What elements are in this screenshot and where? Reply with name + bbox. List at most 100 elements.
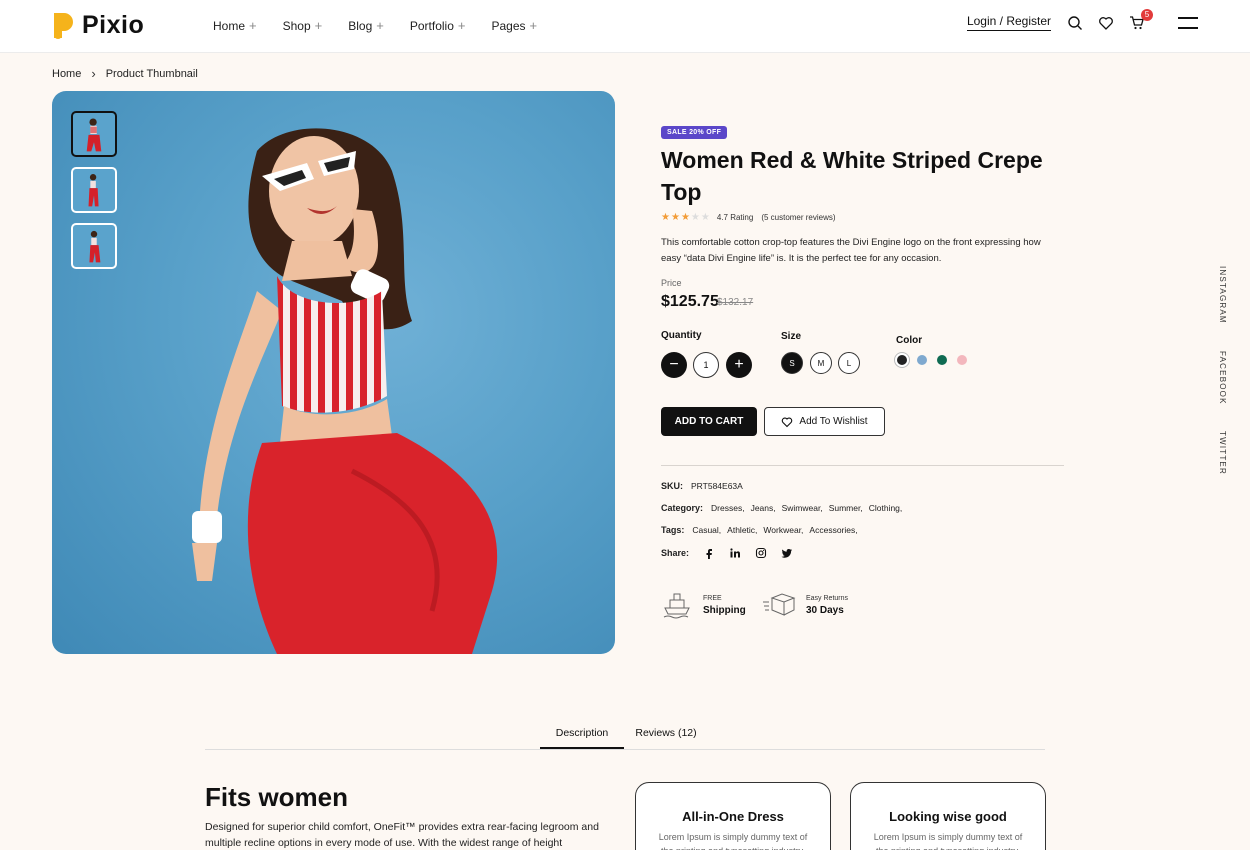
main-nav: Home + Shop + Blog + Portfolio + Pages + bbox=[213, 18, 537, 33]
star-filled-icon: ★ bbox=[661, 212, 670, 223]
thumbnail-image bbox=[89, 230, 101, 263]
card-text: Lorem Ipsum is simply dummy text of the … bbox=[658, 832, 808, 850]
add-to-wishlist-button[interactable]: Add To Wishlist bbox=[764, 407, 885, 436]
nav-item-pages[interactable]: Pages + bbox=[491, 18, 537, 33]
nav-item-home[interactable]: Home + bbox=[213, 18, 257, 33]
feature-small-text: Easy Returns bbox=[806, 594, 849, 602]
feature-text: Easy Returns 30 Days bbox=[806, 595, 848, 616]
tags-label: Tags: bbox=[661, 525, 685, 535]
heart-icon[interactable] bbox=[1098, 15, 1114, 31]
feature-easy-returns: Easy Returns 30 Days bbox=[762, 590, 848, 620]
price-current: $125.75 bbox=[661, 293, 719, 310]
tab-description[interactable]: Description bbox=[540, 727, 624, 749]
category-link[interactable]: Jeans, bbox=[751, 503, 776, 513]
star-rating-icon: ★ ★ ★ ★ ★ bbox=[661, 212, 710, 223]
size-option-s[interactable]: S bbox=[781, 352, 803, 374]
feature-big-text: Shipping bbox=[703, 604, 746, 616]
quantity-label: Quantity bbox=[661, 330, 702, 341]
social-link-facebook[interactable]: FACEBOOK bbox=[1218, 351, 1227, 405]
tab-reviews[interactable]: Reviews (12) bbox=[630, 727, 702, 739]
share-label: Share: bbox=[661, 548, 690, 558]
cart-button[interactable]: 5 bbox=[1129, 8, 1153, 31]
facebook-icon[interactable] bbox=[703, 547, 715, 559]
product-rating: ★ ★ ★ ★ ★ 4.7 Rating (5 customer reviews… bbox=[661, 212, 836, 223]
star-filled-icon: ★ bbox=[670, 212, 680, 223]
category-link[interactable]: Dresses, bbox=[711, 503, 745, 513]
feature-text: FREE Shipping bbox=[703, 595, 746, 616]
logo-mark-icon bbox=[54, 13, 73, 39]
add-to-cart-button[interactable]: ADD TO CART bbox=[661, 407, 757, 436]
category-row: Category: Dresses, Jeans, Swimwear, Summ… bbox=[661, 503, 902, 513]
color-swatch-black[interactable] bbox=[897, 355, 907, 365]
logo[interactable]: Pixio bbox=[52, 11, 144, 40]
tag-link[interactable]: Workwear, bbox=[763, 525, 803, 535]
category-link[interactable]: Swimwear, bbox=[782, 503, 823, 513]
price-label: Price bbox=[661, 278, 682, 288]
logo-text: Pixio bbox=[82, 11, 145, 39]
product-thumbnail[interactable] bbox=[71, 223, 117, 269]
divider bbox=[661, 465, 1064, 466]
sku-value: PRT584E63A bbox=[691, 481, 743, 491]
breadcrumb-home[interactable]: Home bbox=[52, 68, 81, 80]
star-empty-icon: ★ bbox=[700, 212, 710, 223]
instagram-icon[interactable] bbox=[755, 547, 767, 559]
nav-label: Blog bbox=[348, 18, 373, 33]
social-link-twitter[interactable]: TWITTER bbox=[1218, 431, 1227, 475]
plus-icon: + bbox=[457, 18, 466, 33]
size-option-m[interactable]: M bbox=[810, 352, 832, 374]
nav-item-shop[interactable]: Shop + bbox=[283, 18, 323, 33]
quantity-decrease-button[interactable]: − bbox=[661, 352, 687, 378]
product-title: Women Red & White Striped Crepe Top bbox=[661, 147, 1043, 205]
section-title: Fits women bbox=[205, 782, 349, 812]
site-header: Pixio Home + Shop + Blog + Portfolio + Pages… bbox=[0, 0, 1250, 53]
feature-small-text: FREE bbox=[703, 594, 722, 602]
card-text: Lorem Ipsum is simply dummy text of the … bbox=[873, 832, 1023, 850]
category-link[interactable]: Summer, bbox=[829, 503, 863, 513]
quantity-increase-button[interactable]: + bbox=[726, 352, 752, 378]
product-main-image bbox=[52, 91, 615, 654]
heart-icon bbox=[782, 416, 793, 427]
star-filled-icon: ★ bbox=[680, 212, 690, 223]
star-empty-icon: ★ bbox=[690, 212, 700, 223]
feature-free-shipping: FREE Shipping bbox=[661, 590, 746, 620]
hamburger-menu-icon[interactable] bbox=[1178, 16, 1198, 29]
tag-link[interactable]: Casual, bbox=[692, 525, 721, 535]
nav-label: Portfolio bbox=[409, 18, 454, 33]
size-label: Size bbox=[781, 331, 802, 342]
size-option-l[interactable]: L bbox=[838, 352, 860, 374]
product-thumbnail[interactable] bbox=[71, 167, 117, 213]
social-link-instagram[interactable]: INSTAGRAM bbox=[1218, 266, 1227, 324]
thumbnail-image bbox=[88, 174, 99, 207]
category-link[interactable]: Clothing, bbox=[869, 503, 903, 513]
search-icon[interactable] bbox=[1067, 15, 1083, 31]
login-register-link[interactable]: Login / Register bbox=[966, 14, 1051, 31]
plus-icon: + bbox=[376, 18, 384, 33]
color-swatch-pink[interactable] bbox=[957, 355, 967, 365]
feature-card: Looking wise good Lorem Ipsum is simply … bbox=[850, 782, 1046, 850]
rating-text: 4.7 Rating bbox=[716, 213, 754, 222]
nav-item-portfolio[interactable]: Portfolio + bbox=[410, 18, 466, 33]
thumbnail-list bbox=[71, 111, 117, 269]
color-swatch-green[interactable] bbox=[937, 355, 947, 365]
twitter-icon[interactable] bbox=[781, 547, 793, 559]
tabs-divider bbox=[205, 749, 1045, 750]
plus-icon: + bbox=[529, 18, 538, 33]
ship-icon bbox=[663, 593, 690, 619]
sku-label: SKU: bbox=[661, 481, 683, 491]
plus-icon: + bbox=[314, 18, 323, 33]
nav-label: Home bbox=[213, 18, 246, 33]
color-swatch-blue[interactable] bbox=[917, 355, 927, 365]
tag-link[interactable]: Athletic, bbox=[727, 525, 757, 535]
tag-link[interactable]: Accessories, bbox=[809, 525, 857, 535]
nav-item-blog[interactable]: Blog + bbox=[348, 18, 384, 33]
thumbnail-image bbox=[86, 118, 102, 152]
category-label: Category: bbox=[661, 503, 704, 513]
model-photo bbox=[192, 128, 498, 654]
product-thumbnail[interactable] bbox=[71, 111, 117, 157]
linkedin-icon[interactable] bbox=[729, 547, 741, 559]
reviews-link[interactable]: (5 customer reviews) bbox=[761, 213, 835, 222]
quantity-input[interactable]: 1 bbox=[693, 352, 719, 378]
feature-big-text: 30 Days bbox=[806, 604, 844, 616]
feature-card: All-in-One Dress Lorem Ipsum is simply d… bbox=[635, 782, 831, 850]
card-title: All-in-One Dress bbox=[682, 809, 784, 824]
